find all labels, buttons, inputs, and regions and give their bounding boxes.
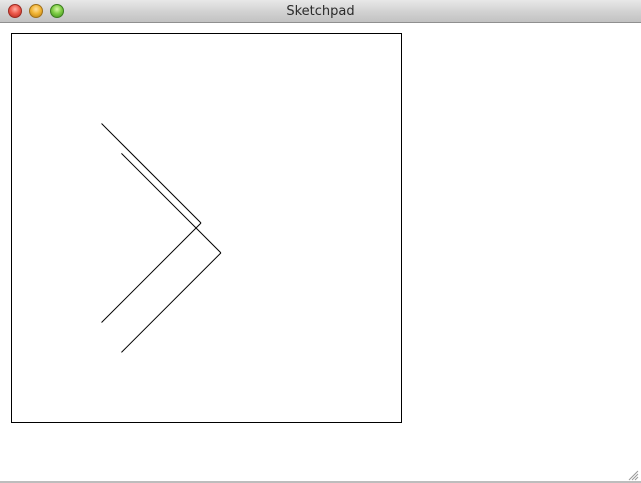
sketch-layer — [101, 123, 222, 353]
sketchpad-window: Sketchpad — [0, 0, 641, 483]
stroke-line-1 — [101, 123, 202, 224]
drawing-canvas[interactable] — [11, 33, 402, 423]
stroke-line-4 — [121, 252, 222, 353]
stroke-line-3 — [121, 153, 222, 254]
resize-grip-icon[interactable] — [627, 469, 639, 481]
window-title: Sketchpad — [286, 4, 355, 19]
title-bar[interactable]: Sketchpad — [0, 0, 641, 23]
stroke-line-2 — [101, 222, 202, 323]
